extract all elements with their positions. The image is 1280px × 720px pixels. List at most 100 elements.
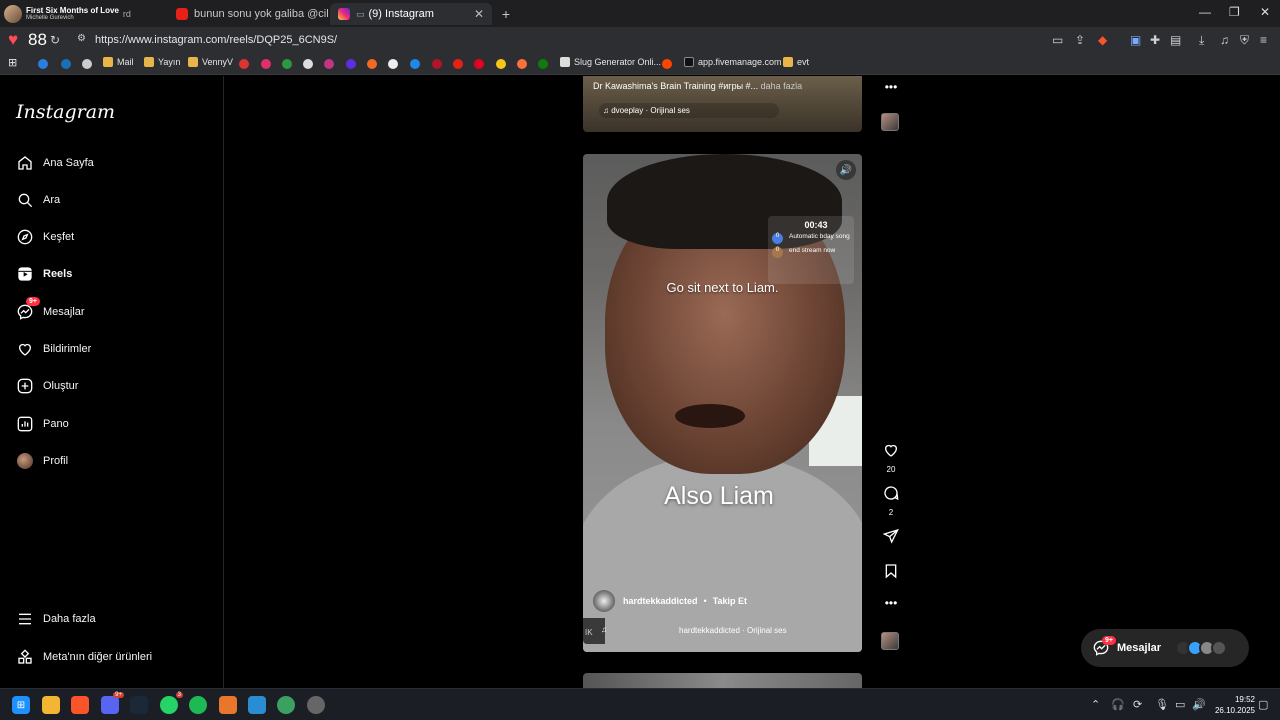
close-window-icon[interactable]: ✕	[1260, 5, 1270, 19]
follow-button[interactable]: Takip Et	[713, 596, 747, 606]
share-button[interactable]	[880, 528, 902, 549]
reel-audio[interactable]: ♫ dvoeplay · Orijinal ses	[599, 103, 779, 118]
file-explorer-icon[interactable]	[42, 696, 60, 714]
x-icon[interactable]	[388, 59, 398, 69]
sidebar-item-reels[interactable]: Reels	[16, 262, 72, 286]
steam-icon[interactable]	[130, 696, 148, 714]
restore-icon[interactable]: ❐	[1229, 5, 1240, 19]
tray-expand-icon[interactable]: ⌃	[1091, 698, 1100, 711]
sidebar-item-create[interactable]: Oluştur	[16, 374, 78, 398]
clock-time: 19:52	[1234, 695, 1255, 704]
tab-youtube[interactable]: bunun sonu yok galiba @cihankusku	[168, 3, 328, 25]
sidebar-item-label: Ana Sayfa	[43, 157, 94, 169]
notification-icon[interactable]: ▢	[1258, 698, 1268, 711]
tab-close-icon[interactable]: ✕	[474, 7, 484, 21]
bookmark-icon[interactable]	[303, 59, 313, 69]
more-link[interactable]: daha fazla	[761, 81, 803, 91]
bookmark-icon[interactable]	[82, 59, 92, 69]
puzzle-icon[interactable]: ✚	[1150, 33, 1160, 47]
comment-button[interactable]: 2	[880, 485, 902, 517]
bookmark-mail[interactable]: Mail	[103, 57, 134, 67]
tab-instagram[interactable]: ▭ (9) Instagram ✕	[330, 3, 492, 25]
vpn-icon[interactable]: ⛨	[1240, 33, 1249, 48]
bookmark-icon[interactable]	[324, 59, 334, 69]
sidebar-item-more[interactable]: Daha fazla	[16, 607, 96, 631]
share-icon[interactable]: ⇪	[1075, 33, 1085, 47]
bookmark-icon[interactable]	[432, 59, 442, 69]
spotify-icon[interactable]	[189, 696, 207, 714]
app-icon[interactable]	[277, 696, 295, 714]
address-bar-row: ♥ 88 ↻ ⚙ https://www.instagram.com/reels…	[0, 27, 1280, 53]
new-tab-button[interactable]: +	[496, 3, 516, 25]
avatar	[1211, 640, 1227, 656]
reel-video[interactable]: 🔊 00:43 0 Automatic bday song 0 end stre…	[583, 154, 862, 652]
bookmark-yayin[interactable]: Yayın	[144, 57, 180, 67]
youtube-icon[interactable]	[453, 59, 463, 69]
headset-icon[interactable]: 🎧	[1111, 698, 1125, 711]
bookmark-icon[interactable]	[282, 59, 292, 69]
download-icon[interactable]: ⤓	[1199, 33, 1204, 48]
sidebar-item-explore[interactable]: Keşfet	[16, 225, 74, 249]
xbox-icon[interactable]	[538, 59, 548, 69]
cast-icon[interactable]: ▭	[1052, 33, 1063, 47]
volume-icon[interactable]: 🔊	[1192, 698, 1206, 711]
sidebar-item-meta[interactable]: Meta'nın diğer ürünleri	[16, 645, 152, 669]
minimize-icon[interactable]: —	[1199, 5, 1211, 19]
bookmark-icon[interactable]	[38, 59, 48, 69]
save-button[interactable]	[880, 563, 902, 584]
bookmark-icon[interactable]	[346, 59, 356, 69]
media-player-pill[interactable]: First Six Months of Love Michelle Gurevi…	[4, 3, 164, 25]
avatar[interactable]	[593, 590, 615, 612]
system-clock[interactable]: 19:52 26.10.2025	[1205, 694, 1255, 716]
bookmark-icon[interactable]	[496, 59, 506, 69]
like-button[interactable]: 20	[880, 442, 902, 474]
audio-thumbnail[interactable]	[881, 113, 899, 131]
apps-grid-icon[interactable]: ⊞	[8, 56, 17, 69]
bookmark-icon[interactable]	[517, 59, 527, 69]
instagram-logo[interactable]: Instagram	[16, 101, 115, 123]
app-icon[interactable]	[307, 696, 325, 714]
next-reel[interactable]	[583, 673, 862, 688]
reddit-icon[interactable]	[662, 59, 672, 69]
bookmark-slug-generator[interactable]: Slug Generator Onli...	[560, 57, 661, 67]
url-field[interactable]: https://www.instagram.com/reels/DQP25_6C…	[95, 34, 337, 46]
sidebar-icon[interactable]: ▤	[1170, 33, 1181, 47]
volume-icon[interactable]: 🔊	[836, 160, 856, 180]
bookmark-icon[interactable]	[261, 59, 271, 69]
app-icon[interactable]	[248, 696, 266, 714]
brave-shield-icon[interactable]: ◆	[1098, 33, 1107, 47]
more-options-icon[interactable]: •••	[880, 80, 902, 94]
bookmark-evt[interactable]: evt	[783, 57, 809, 67]
sidebar-item-notifications[interactable]: Bildirimler	[16, 337, 91, 361]
app-icon[interactable]	[219, 696, 237, 714]
bookmark-icon[interactable]	[367, 59, 377, 69]
site-settings-icon[interactable]: ⚙	[77, 33, 86, 44]
bookmark-icon[interactable]	[410, 59, 420, 69]
music-icon[interactable]: ♫	[1220, 33, 1229, 47]
microphone-icon[interactable]: 🎙	[1155, 698, 1169, 711]
network-icon[interactable]: ▭	[1175, 698, 1185, 711]
author-username[interactable]: hardtekkaddicted	[623, 596, 698, 606]
whatsapp-icon[interactable]: 3	[160, 692, 183, 714]
sidebar-item-dashboard[interactable]: Pano	[16, 412, 69, 436]
messages-pill[interactable]: 9+ Mesajlar	[1081, 629, 1249, 667]
bookmark-icon[interactable]	[61, 59, 71, 69]
previous-reel[interactable]: Dr Kawashima's Brain Training #игры #...…	[583, 76, 862, 132]
extension-icon[interactable]: ▣	[1130, 33, 1141, 47]
bookmark-vennyv[interactable]: VennyV	[188, 57, 233, 67]
brave-icon[interactable]	[71, 696, 89, 714]
discord-icon[interactable]: 9+	[101, 692, 124, 714]
pinterest-icon[interactable]	[474, 59, 484, 69]
sidebar-item-search[interactable]: Ara	[16, 188, 60, 212]
sync-icon[interactable]: ⟳	[1133, 698, 1142, 711]
sidebar-item-messages[interactable]: 9+ Mesajlar	[16, 297, 85, 324]
sidebar-item-home[interactable]: Ana Sayfa	[16, 151, 94, 175]
menu-icon[interactable]: ≡	[1260, 33, 1267, 47]
more-options-icon[interactable]: •••	[880, 596, 902, 610]
bookmark-fivemanage[interactable]: app.fivemanage.com	[684, 57, 782, 67]
bookmark-icon[interactable]	[239, 59, 249, 69]
reload-icon[interactable]: ↻	[50, 33, 60, 47]
start-icon[interactable]: ⊞	[12, 696, 30, 714]
audio-thumbnail[interactable]	[881, 632, 899, 650]
sidebar-item-profile[interactable]: Profil	[16, 449, 68, 473]
